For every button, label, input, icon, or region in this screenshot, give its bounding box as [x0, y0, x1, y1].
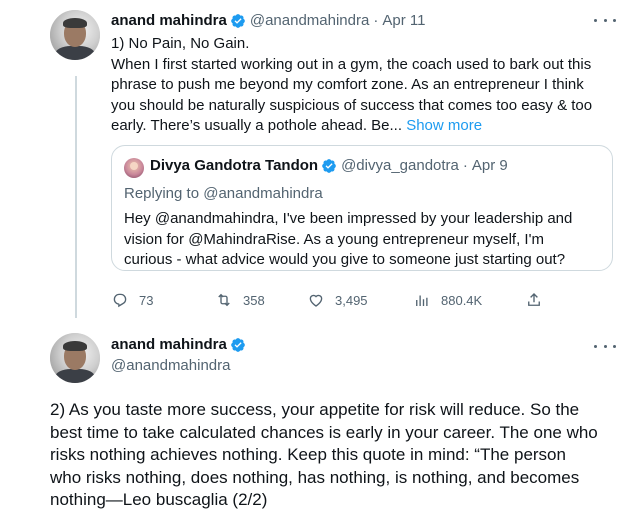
- separator-dot: ·: [373, 12, 379, 29]
- avatar[interactable]: [50, 333, 100, 383]
- quoted-text-line: Hey @anandmahindra, I've been impressed …: [124, 210, 573, 227]
- quoted-tweet-card[interactable]: Divya Gandotra Tandon @divya_gandotra · …: [111, 145, 613, 271]
- tweet-text-line: best time to take calculated chances is …: [50, 422, 598, 442]
- share-button[interactable]: [525, 291, 543, 309]
- retweet-button[interactable]: 358: [215, 291, 307, 309]
- tweet-text-line: nothing—Leo buscaglia (2/2): [50, 490, 268, 509]
- quoted-author-handle[interactable]: @divya_gandotra: [341, 157, 459, 174]
- quoted-tweet-text: Hey @anandmahindra, I've been impressed …: [124, 209, 604, 271]
- author-handle-row: @anandmahindra: [111, 357, 230, 374]
- tweet-text: 1) No Pain, No Gain. When I first starte…: [111, 34, 601, 137]
- tweet-text-line: 2) As you taste more success, your appet…: [50, 400, 580, 419]
- author-name[interactable]: anand mahindra: [111, 12, 227, 29]
- author-handle[interactable]: @anandmahindra: [250, 12, 369, 29]
- verified-badge-icon: [231, 337, 245, 352]
- tweet-text-line: risks nothing achieves nothing. Keep thi…: [50, 445, 566, 464]
- like-count: 3,495: [335, 292, 368, 308]
- reply-count: 73: [139, 292, 154, 308]
- tweet-header: anand mahindra: [111, 336, 250, 353]
- reply-icon: [113, 293, 127, 308]
- verified-badge-icon: [231, 13, 245, 28]
- tweet-action-bar: 73 358 3,495 880.4K: [111, 291, 543, 309]
- quoted-tweet-date[interactable]: Apr 9: [472, 157, 508, 174]
- tweet-text-line: phrase to push me beyond my comfort zone…: [111, 76, 584, 93]
- more-options-icon[interactable]: [594, 338, 616, 354]
- views-icon: [416, 295, 428, 306]
- retweet-count: 358: [243, 292, 265, 308]
- separator-dot: ·: [462, 157, 468, 174]
- retweet-icon: [218, 293, 230, 307]
- tweet-text-line-end: early. There’s usually a pothole ahead. …: [111, 117, 403, 134]
- avatar[interactable]: [50, 10, 100, 60]
- quoted-tweet-header: Divya Gandotra Tandon @divya_gandotra · …: [150, 157, 508, 174]
- tweet-text-line: you should be naturally suspicious of su…: [111, 96, 593, 114]
- verified-badge-icon: [322, 158, 336, 173]
- tweet-header: anand mahindra @anandmahindra · Apr 11: [111, 12, 425, 29]
- views-count: 880.4K: [441, 292, 483, 308]
- like-icon: [309, 294, 323, 307]
- more-options-icon[interactable]: [594, 12, 616, 28]
- reply-button[interactable]: 73: [111, 291, 215, 309]
- views-button[interactable]: 880.4K: [413, 291, 525, 309]
- author-name[interactable]: anand mahindra: [111, 336, 227, 353]
- tweet-text-line: When I first started working out in a gy…: [111, 55, 592, 73]
- like-button[interactable]: 3,495: [307, 291, 413, 309]
- tweet-date[interactable]: Apr 11: [382, 12, 425, 29]
- replying-to-label: Replying to @anandmahindra: [124, 185, 323, 202]
- tweet-text-line: who risks nothing, does nothing, has not…: [50, 467, 580, 487]
- quoted-avatar[interactable]: [124, 158, 144, 178]
- show-more-link[interactable]: Show more: [406, 117, 482, 134]
- author-handle[interactable]: @anandmahindra: [111, 357, 230, 374]
- tweet-text-line: early. There’s usually a pothole ahead. …: [111, 116, 601, 137]
- quoted-text-line: vision for @MahindraRise. As a young ent…: [124, 230, 544, 248]
- thread-connector-line: [75, 76, 77, 318]
- quoted-text-line: curious - what advice would you give to …: [124, 251, 566, 268]
- tweet-text: 2) As you taste more success, your appet…: [50, 399, 610, 512]
- share-icon: [528, 293, 540, 306]
- quoted-author-name[interactable]: Divya Gandotra Tandon: [150, 157, 318, 174]
- tweet-text-line: 1) No Pain, No Gain.: [111, 35, 250, 52]
